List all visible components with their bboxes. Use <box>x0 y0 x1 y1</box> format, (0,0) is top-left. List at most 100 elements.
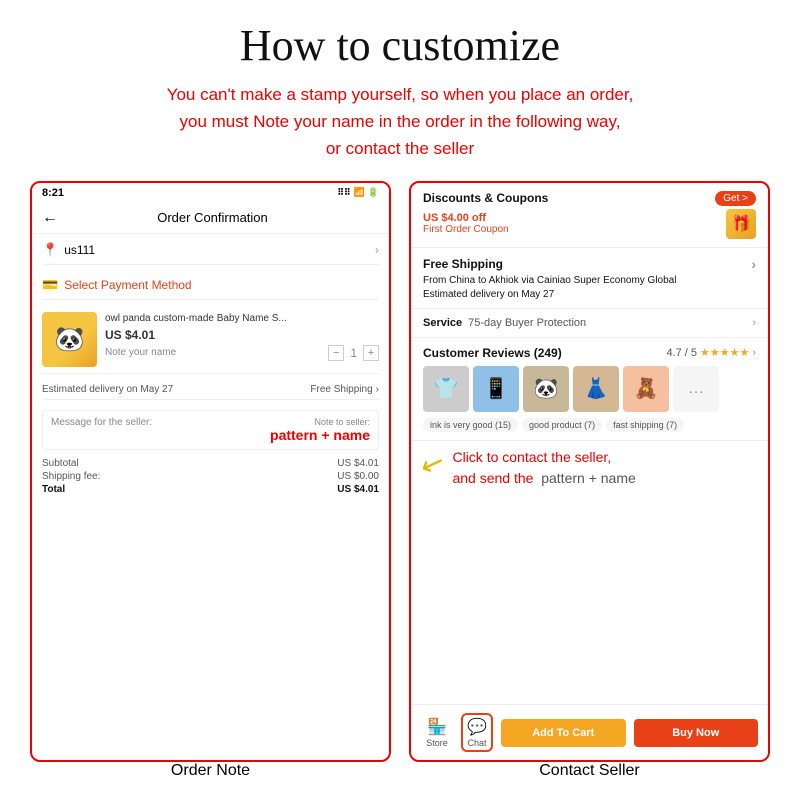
stars-icon: ★★★★★ <box>700 346 749 359</box>
main-title: How to customize <box>240 20 560 71</box>
product-thumbnail: 🐼 <box>42 312 97 367</box>
shipping-row: Shipping fee: US $0.00 <box>42 471 379 482</box>
left-caption: Order Note <box>30 762 391 780</box>
chat-button[interactable]: 💬 Chat <box>461 713 493 752</box>
service-value: 75-day Buyer Protection <box>468 317 752 329</box>
rating-value: 4.7 / 5 <box>666 347 697 359</box>
back-arrow-icon[interactable]: ← <box>42 209 58 227</box>
qty-plus-button[interactable]: + <box>363 345 379 361</box>
review-images: 👕 📱 🐼 👗 🧸 … <box>423 366 756 412</box>
shipping-fee-label: Shipping fee: <box>42 471 100 482</box>
qty-control[interactable]: − 1 + <box>328 345 379 361</box>
reviews-title: Customer Reviews (249) <box>423 346 562 360</box>
get-coupon-button[interactable]: Get > <box>715 191 756 206</box>
shipping-detail: From China to Akhiok via Cainiao Super E… <box>423 275 756 286</box>
buy-now-button[interactable]: Buy Now <box>634 719 759 747</box>
service-row: Service 75-day Buyer Protection › <box>423 317 756 329</box>
totals: Subtotal US $4.01 Shipping fee: US $0.00… <box>42 458 379 495</box>
product-details: owl panda custom-made Baby Name S... US … <box>105 312 379 367</box>
annotation-line2: and send the pattern + name <box>452 468 635 489</box>
note-placeholder: Note your name <box>105 347 176 358</box>
delivery-row: Estimated delivery on May 27 Free Shippi… <box>42 380 379 400</box>
review-thumb-5: 🧸 <box>623 366 669 412</box>
panels: 8:21 ⠿⠿ 📶 🔋 ← Order Confirmation 📍 us111… <box>30 181 770 762</box>
total-label: Total <box>42 484 65 495</box>
message-label: Message for the seller: <box>51 417 152 428</box>
payment-row[interactable]: 💳 Select Payment Method <box>42 271 379 300</box>
review-thumb-3: 🐼 <box>523 366 569 412</box>
add-to-cart-button[interactable]: Add To Cart <box>501 719 626 747</box>
service-chevron-icon: › <box>752 317 756 329</box>
subtitle: You can't make a stamp yourself, so when… <box>167 81 634 163</box>
order-confirmation-title: Order Confirmation <box>66 210 359 225</box>
store-button[interactable]: 🏪 Store <box>421 717 453 748</box>
discount-amount: US $4.00 off <box>423 212 718 224</box>
address-text: us111 <box>64 243 369 257</box>
discount-header: Discounts & Coupons Get > <box>423 191 756 206</box>
qty-minus-button[interactable]: − <box>328 345 344 361</box>
order-note-label: Order Note <box>171 762 250 779</box>
note-seller-area: Note to seller: pattern + name <box>270 417 370 443</box>
review-tag-2[interactable]: good product (7) <box>522 418 602 432</box>
product-row: 🐼 owl panda custom-made Baby Name S... U… <box>42 306 379 374</box>
shipping-fee-value: US $0.00 <box>337 471 379 482</box>
message-box[interactable]: Message for the seller: Note to seller: … <box>42 410 379 450</box>
discounts-section: Discounts & Coupons Get > US $4.00 off F… <box>411 183 768 248</box>
store-icon: 🏪 <box>427 717 447 737</box>
free-shipping-label: Free Shipping › <box>310 384 379 395</box>
shipping-chevron-icon: › <box>751 256 756 272</box>
review-tags: ink is very good (15) good product (7) f… <box>423 418 756 432</box>
reviews-header: Customer Reviews (249) 4.7 / 5 ★★★★★ › <box>423 346 756 360</box>
product-image: 🐼 <box>42 312 97 367</box>
payment-icon: 💳 <box>42 277 58 293</box>
subtotal-row: Subtotal US $4.01 <box>42 458 379 469</box>
shipping-section: Free Shipping › From China to Akhiok via… <box>411 248 768 309</box>
qty-value: 1 <box>350 346 357 360</box>
annotation-text: Click to contact the seller, and send th… <box>452 447 635 489</box>
service-label: Service <box>423 317 462 329</box>
reviews-rating: 4.7 / 5 ★★★★★ › <box>666 346 756 359</box>
status-time: 8:21 <box>42 187 64 199</box>
note-highlight: pattern + name <box>270 427 370 443</box>
note-qty-row: Note your name − 1 + <box>105 345 379 361</box>
coupon-icon: 🎁 <box>726 209 756 239</box>
status-icons: ⠿⠿ 📶 🔋 <box>337 187 379 198</box>
chat-label: Chat <box>467 738 486 748</box>
phone-body: 📍 us111 › 💳 Select Payment Method 🐼 owl … <box>32 234 389 760</box>
store-label: Store <box>426 738 448 748</box>
order-note-panel: 8:21 ⠿⠿ 📶 🔋 ← Order Confirmation 📍 us111… <box>30 181 391 762</box>
note-to-seller-label: Note to seller: <box>270 417 370 427</box>
page: How to customize You can't make a stamp … <box>0 0 800 800</box>
review-thumb-1: 👕 <box>423 366 469 412</box>
location-row: 📍 us111 › <box>42 242 379 265</box>
chat-icon: 💬 <box>467 717 487 737</box>
shipping-estimate: Estimated delivery on May 27 <box>423 289 756 300</box>
shipping-title: Free Shipping › <box>423 256 756 272</box>
product-page-body: Discounts & Coupons Get > US $4.00 off F… <box>411 183 768 704</box>
payment-label: Select Payment Method <box>64 278 191 292</box>
review-thumb-2: 📱 <box>473 366 519 412</box>
discount-title: Discounts & Coupons <box>423 191 548 205</box>
delivery-label: Estimated delivery on May 27 <box>42 384 173 395</box>
reviews-section: Customer Reviews (249) 4.7 / 5 ★★★★★ › 👕… <box>411 338 768 441</box>
status-bar: 8:21 ⠿⠿ 📶 🔋 <box>32 183 389 203</box>
review-more-button[interactable]: … <box>673 366 719 412</box>
arrow-annotation: ↙ Click to contact the seller, and send … <box>411 441 768 493</box>
yellow-arrow-icon: ↙ <box>416 444 449 483</box>
product-name: owl panda custom-made Baby Name S... <box>105 312 379 325</box>
chevron-icon: › <box>376 384 379 395</box>
contact-seller-panel: Discounts & Coupons Get > US $4.00 off F… <box>409 181 770 762</box>
review-thumb-4: 👗 <box>573 366 619 412</box>
contact-seller-label: Contact Seller <box>539 762 640 779</box>
review-tag-3[interactable]: fast shipping (7) <box>606 418 684 432</box>
annotation-line1: Click to contact the seller, <box>452 447 635 468</box>
bottom-bar: 🏪 Store 💬 Chat Add To Cart Buy Now <box>411 704 768 760</box>
right-caption: Contact Seller <box>409 762 770 780</box>
reviews-chevron-icon: › <box>752 347 756 359</box>
total-row: Total US $4.01 <box>42 484 379 495</box>
total-value: US $4.01 <box>337 484 379 495</box>
address-chevron-icon: › <box>375 243 379 257</box>
discount-sub: First Order Coupon <box>423 224 718 235</box>
subtotal-label: Subtotal <box>42 458 79 469</box>
review-tag-1[interactable]: ink is very good (15) <box>423 418 518 432</box>
